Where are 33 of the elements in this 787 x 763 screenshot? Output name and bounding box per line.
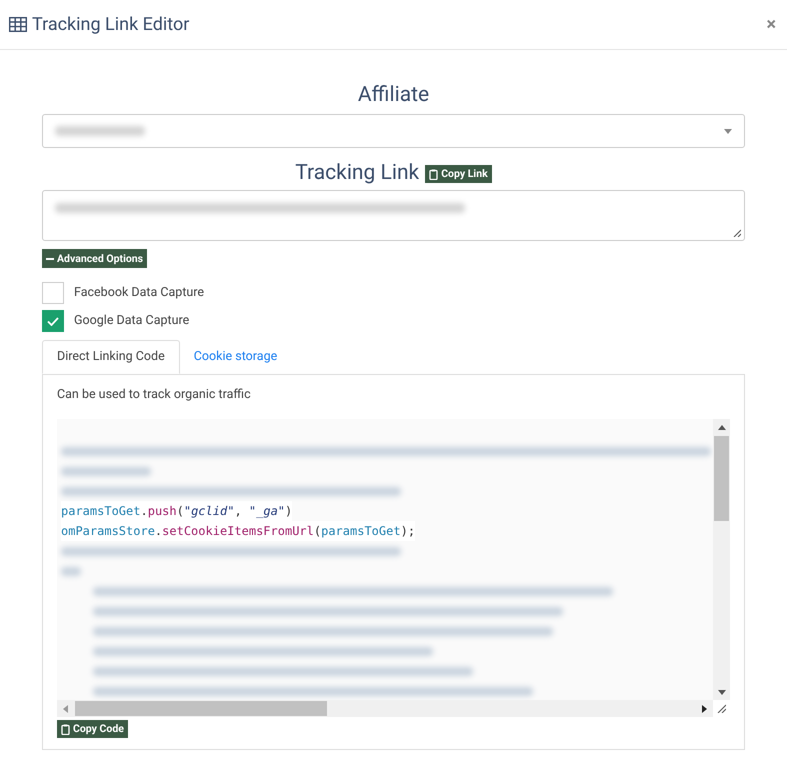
vertical-scrollbar[interactable]	[713, 419, 730, 700]
table-icon	[9, 17, 27, 32]
checkbox[interactable]	[42, 310, 64, 332]
caret-icon	[724, 128, 732, 134]
tracking-link-field[interactable]	[42, 190, 745, 241]
copy-code-button[interactable]: Copy Code	[57, 720, 128, 738]
tab[interactable]: Direct Linking Code	[42, 340, 180, 374]
affiliate-heading: Affiliate	[358, 82, 430, 108]
advanced-options-button[interactable]: Advanced Options	[42, 249, 148, 268]
copy-link-button[interactable]: Copy Link	[425, 165, 492, 183]
down-arrow-icon	[718, 690, 726, 695]
scroll-thumb[interactable]	[75, 701, 327, 716]
window-title: Tracking Link Editor	[32, 13, 190, 37]
horizontal-scrollbar[interactable]	[57, 700, 713, 717]
tab[interactable]: Cookie storage	[180, 340, 292, 374]
resize-handle-icon	[717, 704, 726, 713]
checkbox-label: Google Data Capture	[74, 312, 190, 330]
scroll-thumb[interactable]	[714, 436, 729, 521]
up-arrow-icon	[718, 425, 726, 430]
checkbox-label: Facebook Data Capture	[74, 284, 204, 302]
clipboard-icon	[429, 168, 438, 180]
close-button[interactable]: ×	[766, 11, 776, 38]
blurred-code-line	[61, 566, 81, 576]
affiliate-select[interactable]	[42, 114, 745, 148]
right-arrow-icon	[702, 704, 707, 712]
resize-handle-icon	[733, 229, 741, 237]
minus-icon	[46, 258, 54, 260]
description-text: Can be used to track organic traffic	[57, 387, 252, 403]
check-icon	[47, 316, 59, 326]
clipboard-icon	[61, 724, 70, 734]
tracking-link-heading: Tracking Link	[295, 160, 420, 186]
checkbox[interactable]	[42, 282, 64, 304]
left-arrow-icon	[63, 704, 68, 712]
